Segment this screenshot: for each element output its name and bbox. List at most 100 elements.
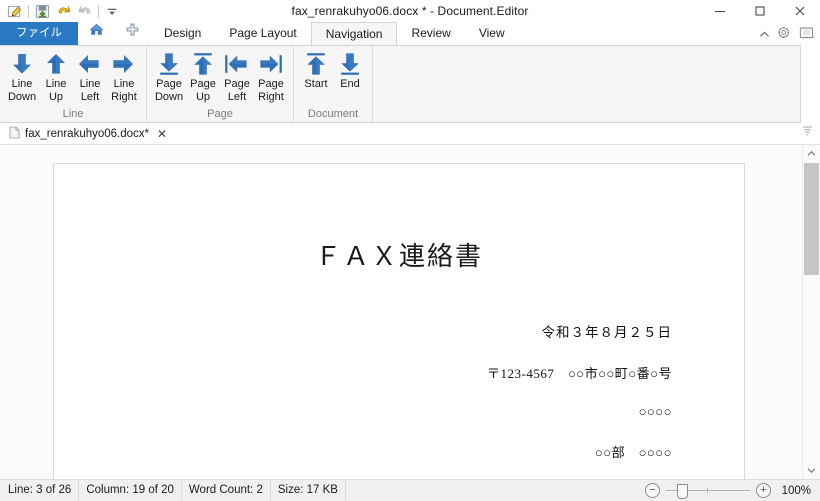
save-icon[interactable] [33,2,52,21]
button-page-right-label-2: Right [258,91,284,103]
tab-view[interactable]: View [465,22,519,45]
button-page-up-label-1: Page [190,78,216,90]
tab-navigation[interactable]: Navigation [310,22,398,45]
arrow-left-icon [77,51,103,77]
button-line-down-label-2: Down [7,91,37,103]
plus-icon [125,22,140,45]
ribbon-right-controls [759,26,816,43]
button-line-left-label-1: Line [79,78,101,90]
button-page-left[interactable]: Page Left [220,48,254,103]
button-line-up-label-1: Line [45,78,67,90]
button-page-down-label-2: Down [154,91,184,103]
close-button[interactable] [780,0,820,22]
zoom-slider-handle[interactable] [677,484,688,499]
button-document-end[interactable]: End [333,48,367,91]
help-icon[interactable] [776,26,792,43]
ribbon-group-line-items: Line Down Line Up Line Left Line Right [5,48,141,105]
button-document-end-label-1: End [340,78,360,90]
scroll-up-arrow-icon[interactable] [803,145,820,162]
document-page[interactable]: ＦＡＸ連絡書 令和３年８月２５日 〒123-4567 ○○市○○町○番○号 ○○… [53,163,745,479]
tab-insert[interactable] [115,22,150,45]
page-left-icon [224,51,250,77]
button-page-up[interactable]: Page Up [186,48,220,103]
tab-home[interactable] [78,22,115,45]
button-line-up[interactable]: Line Up [39,48,73,103]
zoom-slider-tick [707,488,708,493]
arrow-right-icon [111,51,137,77]
zoom-out-button[interactable]: − [645,483,660,498]
button-line-down[interactable]: Line Down [5,48,39,103]
zoom-controls: − + 100% [645,483,820,499]
button-page-left-label-2: Left [227,91,247,103]
ribbon-group-document: Start End Document [294,46,373,122]
ribbon-group-document-items: Start End [299,48,367,105]
document-date: 令和３年８月２５日 [541,325,672,340]
arrow-up-icon [43,51,69,77]
button-line-left[interactable]: Line Left [73,48,107,103]
document-content: ＦＡＸ連絡書 令和３年８月２５日 〒123-4567 ○○市○○町○番○号 ○○… [54,236,744,479]
undo-icon[interactable] [54,2,73,21]
ribbon-group-page: Page Down Page Up Page Left Page Right P… [147,46,294,122]
button-page-left-label-1: Page [224,78,250,90]
zoom-slider[interactable] [666,484,750,499]
qat-separator-1 [28,4,29,18]
arrow-down-icon [9,51,35,77]
status-size: Size: 17 KB [271,480,346,501]
button-line-right[interactable]: Line Right [107,48,141,103]
customize-qat-icon[interactable] [103,2,122,21]
button-line-down-label-1: Line [11,78,33,90]
button-page-right-label-1: Page [258,78,284,90]
zoom-in-button[interactable]: + [756,483,771,498]
status-line: Line: 3 of 26 [0,480,80,501]
scroll-down-arrow-icon[interactable] [803,462,820,479]
close-icon[interactable]: ✕ [157,127,167,141]
ribbon-tab-strip: ファイル Design Page Layout Navigation Revie… [0,22,820,45]
qat-separator-2 [98,4,99,18]
document-tab-overflow-button[interactable] [801,125,814,140]
document-canvas[interactable]: ＦＡＸ連絡書 令和３年８月２５日 〒123-4567 ○○市○○町○番○号 ○○… [0,145,802,479]
tab-page-layout[interactable]: Page Layout [215,22,310,45]
application-window: fax_renrakuhyo06.docx * - Document.Edito… [0,0,820,501]
status-column: Column: 19 of 20 [79,480,182,501]
document-tab[interactable]: fax_renrakuhyo06.docx* ✕ [0,123,173,144]
scrollbar-thumb[interactable] [804,163,819,275]
button-line-up-label-2: Up [48,91,64,103]
ribbon-group-line: Line Down Line Up Line Left Line Right L… [0,46,147,122]
page-up-icon [190,51,216,77]
tab-file[interactable]: ファイル [0,22,78,45]
document-address-line-3: ○○部 ○○○○ [594,445,672,460]
document-workspace: ＦＡＸ連絡書 令和３年８月２５日 〒123-4567 ○○市○○町○番○号 ○○… [0,145,820,479]
vertical-scrollbar[interactable] [802,145,820,479]
tab-design[interactable]: Design [150,22,215,45]
tab-review[interactable]: Review [397,22,464,45]
document-heading: ＦＡＸ連絡書 [314,242,483,271]
button-line-right-label-1: Line [113,78,135,90]
button-line-right-label-2: Right [111,91,137,103]
ribbon-group-page-items: Page Down Page Up Page Left Page Right [152,48,288,105]
status-bar: Line: 3 of 26 Column: 19 of 20 Word Coun… [0,479,820,501]
collapse-ribbon-icon[interactable] [759,28,770,42]
button-document-start[interactable]: Start [299,48,333,91]
page-down-icon [156,51,182,77]
minimize-button[interactable] [700,0,740,22]
button-page-right[interactable]: Page Right [254,48,288,103]
redo-icon[interactable] [75,2,94,21]
window-controls [700,0,820,22]
title-bar: fax_renrakuhyo06.docx * - Document.Edito… [0,0,820,22]
document-tab-label: fax_renrakuhyo06.docx* [25,127,150,140]
document-address-line-1: 〒123-4567 ○○市○○町○番○号 [487,366,672,381]
button-page-down-label-1: Page [156,78,182,90]
document-start-icon [303,51,329,77]
account-icon[interactable] [798,26,816,43]
ribbon-group-page-label: Page [207,108,233,120]
document-icon [9,126,20,142]
document-end-icon [337,51,363,77]
zoom-percent-label: 100% [781,484,811,497]
button-document-start-label-1: Start [304,78,328,90]
ribbon-group-line-label: Line [62,108,84,120]
new-document-icon[interactable] [5,2,24,21]
maximize-button[interactable] [740,0,780,22]
button-page-down[interactable]: Page Down [152,48,186,103]
document-address-line-2: ○○○○ [638,404,672,419]
ribbon-content: Line Down Line Up Line Left Line Right L… [0,45,801,123]
